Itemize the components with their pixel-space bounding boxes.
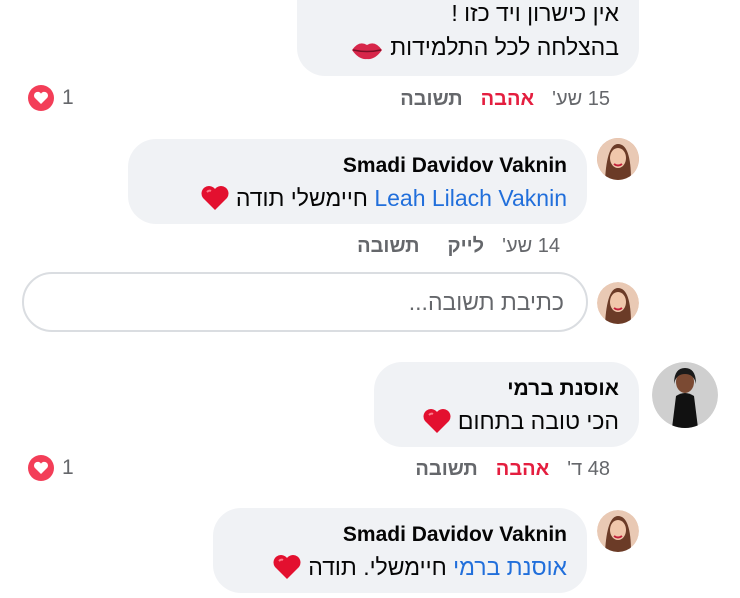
comment-author[interactable]: Smadi Davidov Vaknin	[343, 154, 567, 178]
love-button[interactable]: אהבה	[481, 88, 534, 110]
comment-text: בהצלחה לכל התלמידות	[350, 34, 619, 67]
red-heart-icon	[200, 184, 230, 218]
avatar[interactable]	[652, 362, 718, 428]
red-heart-icon	[422, 407, 452, 441]
comment-time[interactable]: 14 שע'	[502, 235, 560, 257]
comment-meta: 15 שע' אהבה תשובה	[400, 88, 610, 111]
comment-text: הכי טובה בתחום	[422, 407, 619, 441]
comment-bubble: אין כישרון ויד כזו ! בהצלחה לכל התלמידות	[297, 0, 639, 76]
reaction-count: 1	[62, 456, 74, 479]
reply-input[interactable]: כתיבת תשובה...	[22, 272, 588, 332]
comment-text: Leah Lilach Vaknin חיימשלי תודה	[200, 184, 567, 218]
love-button[interactable]: אהבה	[496, 458, 549, 480]
comment-text: אוסנת ברמי חיימשלי. תודה	[272, 553, 567, 587]
comment-author[interactable]: אוסנת ברמי	[507, 377, 619, 401]
heart-icon	[28, 85, 54, 111]
avatar[interactable]	[597, 510, 639, 552]
mention-link[interactable]: אוסנת ברמי	[453, 554, 567, 580]
reaction-summary[interactable]: 1	[28, 85, 74, 111]
comment-text-content: הכי טובה בתחום	[451, 408, 619, 434]
comment-text: אין כישרון ויד כזו !	[451, 0, 619, 26]
lips-icon	[350, 39, 384, 67]
reply-button[interactable]: תשובה	[357, 235, 419, 257]
reply-placeholder: כתיבת תשובה...	[408, 289, 564, 315]
comment-meta: 14 שע' לייק תשובה	[357, 235, 560, 258]
reaction-count: 1	[62, 86, 74, 109]
avatar[interactable]	[597, 138, 639, 180]
mention-link[interactable]: Leah Lilach Vaknin	[374, 185, 567, 211]
reply-button[interactable]: תשובה	[400, 88, 462, 110]
reaction-summary[interactable]: 1	[28, 455, 74, 481]
comment-bubble: Smadi Davidov Vaknin Leah Lilach Vaknin …	[128, 139, 587, 224]
comment-bubble: אוסנת ברמי הכי טובה בתחום	[374, 362, 639, 447]
like-button[interactable]: לייק	[448, 235, 485, 257]
avatar[interactable]	[597, 282, 639, 324]
comment-text-content: חיימשלי תודה	[229, 185, 375, 211]
comment-author[interactable]: Smadi Davidov Vaknin	[343, 523, 567, 547]
reply-button[interactable]: תשובה	[415, 458, 477, 480]
comment-time[interactable]: 15 שע'	[552, 88, 610, 110]
red-heart-icon	[272, 553, 302, 587]
heart-icon	[28, 455, 54, 481]
comment-meta: 48 ד' אהבה תשובה	[415, 458, 610, 481]
comment-text-content: חיימשלי. תודה	[301, 554, 454, 580]
comment-time[interactable]: 48 ד'	[567, 458, 610, 480]
comment-text-line: בהצלחה לכל התלמידות	[390, 34, 619, 60]
comment-bubble: Smadi Davidov Vaknin אוסנת ברמי חיימשלי.…	[213, 508, 587, 593]
